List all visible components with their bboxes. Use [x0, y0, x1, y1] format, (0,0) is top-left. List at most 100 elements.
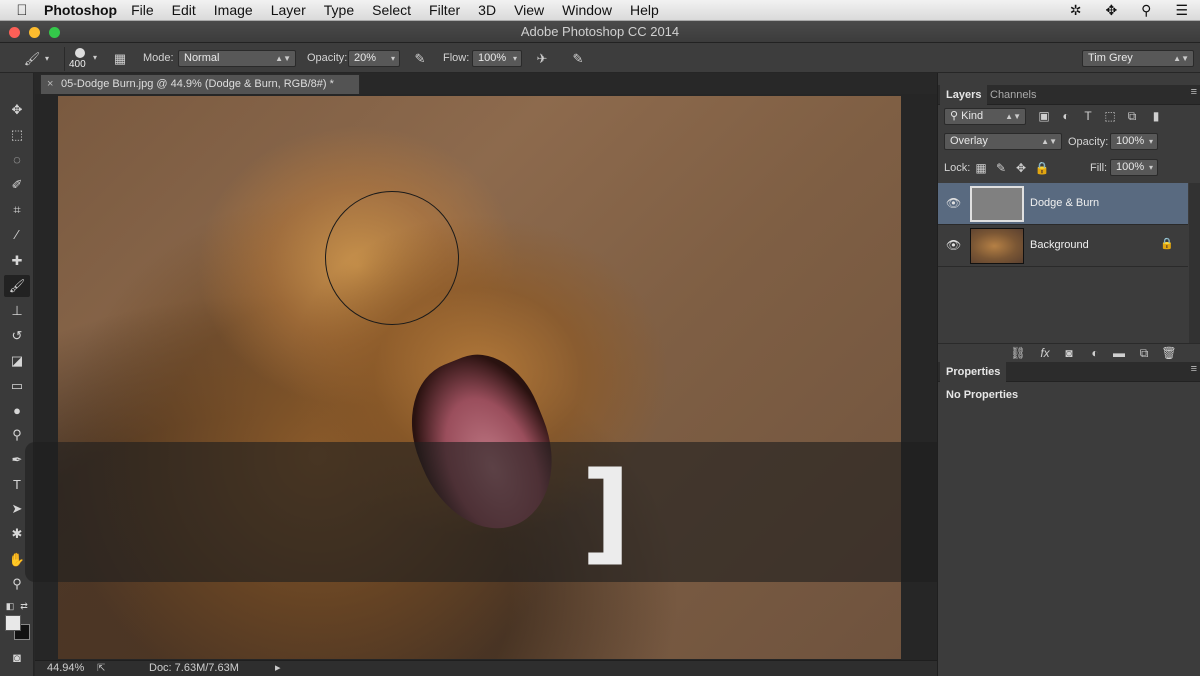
menu-image[interactable]: Image — [214, 2, 253, 18]
layers-footer: ⛓ fx ◙ ◐ ▬ ⧉ 🗑 — [938, 343, 1200, 361]
close-icon[interactable]: × — [47, 75, 53, 94]
move-arrows-icon[interactable]: ✥ — [1105, 2, 1117, 19]
blur-tool-icon[interactable]: ● — [4, 400, 30, 422]
foreground-color-swatch[interactable] — [5, 615, 21, 631]
tab-channels[interactable]: Channels — [984, 85, 1042, 105]
tool-preset-arrow-icon[interactable]: ▾ — [42, 49, 52, 68]
layer-row-dodge-burn[interactable]: 👁 Dodge & Burn — [938, 183, 1188, 225]
document-tab[interactable]: × 05-Dodge Burn.jpg @ 44.9% (Dodge & Bur… — [40, 74, 360, 94]
panel-menu-icon[interactable]: ≡ — [1191, 363, 1197, 375]
brush-size-picker[interactable]: 400 ▾ — [64, 47, 100, 71]
airbrush-icon[interactable]: ✈ — [532, 49, 552, 68]
pressure-opacity-icon[interactable]: ✎ — [410, 49, 430, 68]
move-tool-icon[interactable]: ✥ — [4, 99, 30, 121]
lock-icon: 🔒 — [1160, 238, 1174, 250]
layer-opacity-field[interactable]: 100% ▾ — [1110, 133, 1158, 150]
layer-style-fx-icon[interactable]: fx — [1036, 344, 1054, 362]
menu-3d[interactable]: 3D — [478, 2, 496, 18]
gradient-tool-icon[interactable]: ▭ — [4, 375, 30, 397]
filter-pixel-icon[interactable]: ▣ — [1035, 107, 1053, 125]
new-adjustment-layer-icon[interactable]: ◐ — [1086, 344, 1104, 362]
layers-panel-tabs: Layers Channels ≡ — [938, 85, 1200, 105]
lock-all-icon[interactable]: 🔒 — [1033, 159, 1051, 177]
panel-menu-icon[interactable]: ≡ — [1191, 86, 1197, 98]
eye-icon[interactable]: 👁 — [946, 196, 961, 210]
menu-help[interactable]: Help — [630, 2, 659, 18]
eye-icon[interactable]: 👁 — [946, 238, 961, 252]
lock-position-icon[interactable]: ✥ — [1012, 159, 1030, 177]
quick-mask-icon[interactable]: ◙ — [4, 647, 30, 669]
new-group-folder-icon[interactable]: ▬ — [1110, 344, 1128, 362]
brush-tool-preset-icon[interactable]: 🖌 — [22, 49, 42, 68]
opacity-field[interactable]: 20% ▾ — [348, 50, 400, 67]
brightness-icon[interactable]: ✲ — [1070, 2, 1082, 19]
crop-tool-icon[interactable]: ⌗ — [4, 199, 30, 221]
blend-mode-select[interactable]: Overlay ▲▼ — [944, 133, 1062, 150]
eyedropper-tool-icon[interactable]: ⁄ — [4, 224, 30, 246]
menu-file[interactable]: File — [131, 2, 154, 18]
add-mask-icon[interactable]: ◙ — [1060, 344, 1078, 362]
no-properties-message: No Properties — [946, 389, 1019, 401]
brush-panel-toggle-icon[interactable]: ▦ — [110, 49, 130, 68]
layer-opacity-value: 100% — [1116, 135, 1145, 147]
menu-window[interactable]: Window — [562, 2, 612, 18]
mode-select[interactable]: Normal ▲▼ — [178, 50, 296, 67]
eraser-tool-icon[interactable]: ◪ — [4, 350, 30, 372]
brush-tool-icon[interactable]: 🖌 — [4, 275, 30, 297]
fill-value: 100% — [1116, 161, 1145, 173]
minimize-window-button[interactable] — [29, 27, 40, 38]
link-layers-icon[interactable]: ⛓ — [1009, 344, 1027, 362]
delete-layer-trash-icon[interactable]: 🗑 — [1160, 344, 1178, 362]
notification-list-icon[interactable]: ☰ — [1175, 2, 1188, 19]
updown-arrow-icon: ▲▼ — [275, 54, 291, 63]
layer-opacity-label: Opacity: — [1068, 136, 1109, 148]
filter-shape-icon[interactable]: ⬚ — [1101, 107, 1119, 125]
spotlight-search-icon[interactable]: ⚲ — [1141, 2, 1151, 19]
pressure-size-icon[interactable]: ✎ — [568, 49, 588, 68]
layer-filter-value: Kind — [961, 110, 984, 122]
quick-selection-tool-icon[interactable]: ✐ — [4, 174, 30, 196]
mode-label: Mode: — [143, 52, 174, 64]
tab-properties[interactable]: Properties — [940, 362, 1007, 382]
brush-tip-icon — [75, 48, 85, 58]
zoom-window-button[interactable] — [49, 27, 60, 38]
layer-row-background[interactable]: 👁 Background 🔒 — [938, 225, 1188, 267]
close-window-button[interactable] — [9, 27, 20, 38]
opacity-label: Opacity: — [307, 52, 348, 64]
layer-name[interactable]: Background — [1030, 239, 1089, 251]
healing-brush-tool-icon[interactable]: ✚ — [4, 250, 30, 272]
menu-filter[interactable]: Filter — [429, 2, 460, 18]
marquee-tool-icon[interactable]: ⬚ — [4, 124, 30, 146]
menu-layer[interactable]: Layer — [271, 2, 306, 18]
lasso-tool-icon[interactable]: ◌ — [4, 149, 30, 171]
tools-panel: ✥ ⬚ ◌ ✐ ⌗ ⁄ ✚ 🖌 ⊥ ↺ ◪ ▭ ● ⚲ ✒ T ➤ ✱ ✋ ⚲ … — [0, 73, 34, 676]
document-tab-title: 05-Dodge Burn.jpg @ 44.9% (Dodge & Burn,… — [61, 78, 334, 90]
default-colors-icon[interactable]: ◧ — [4, 595, 16, 617]
lock-transparent-pixels-icon[interactable]: ▦ — [972, 159, 990, 177]
menu-select[interactable]: Select — [372, 2, 411, 18]
menu-view[interactable]: View — [514, 2, 544, 18]
filter-type-icon[interactable]: T — [1079, 107, 1097, 125]
flow-field[interactable]: 100% ▾ — [472, 50, 522, 67]
clone-stamp-tool-icon[interactable]: ⊥ — [4, 300, 30, 322]
share-icon[interactable]: ⇱ — [97, 661, 105, 676]
filter-adjustment-icon[interactable]: ◐ — [1057, 107, 1075, 125]
filter-smart-object-icon[interactable]: ⧉ — [1123, 107, 1141, 125]
status-menu-arrow-icon[interactable]: ▸ — [275, 661, 281, 676]
new-layer-icon[interactable]: ⧉ — [1135, 344, 1153, 362]
layer-name[interactable]: Dodge & Burn — [1030, 197, 1099, 209]
layers-scrollbar[interactable] — [1189, 183, 1200, 343]
lock-image-pixels-icon[interactable]: ✎ — [992, 159, 1010, 177]
menu-app-photoshop[interactable]: Photoshop — [44, 2, 117, 18]
fill-field[interactable]: 100% ▾ — [1110, 159, 1158, 176]
layer-filter-kind-select[interactable]: ⚲ Kind ▲▼ — [944, 108, 1026, 125]
menu-type[interactable]: Type — [324, 2, 354, 18]
apple-menu-icon[interactable]:  — [0, 2, 44, 19]
swap-colors-icon[interactable]: ⇄ — [18, 595, 30, 617]
zoom-level[interactable]: 44.94% — [47, 661, 84, 676]
menu-edit[interactable]: Edit — [172, 2, 196, 18]
tab-layers[interactable]: Layers — [940, 85, 988, 105]
history-brush-tool-icon[interactable]: ↺ — [4, 325, 30, 347]
filter-toggle-icon[interactable]: ▮ — [1147, 107, 1165, 125]
workspace-select[interactable]: Tim Grey ▲▼ — [1082, 50, 1194, 67]
